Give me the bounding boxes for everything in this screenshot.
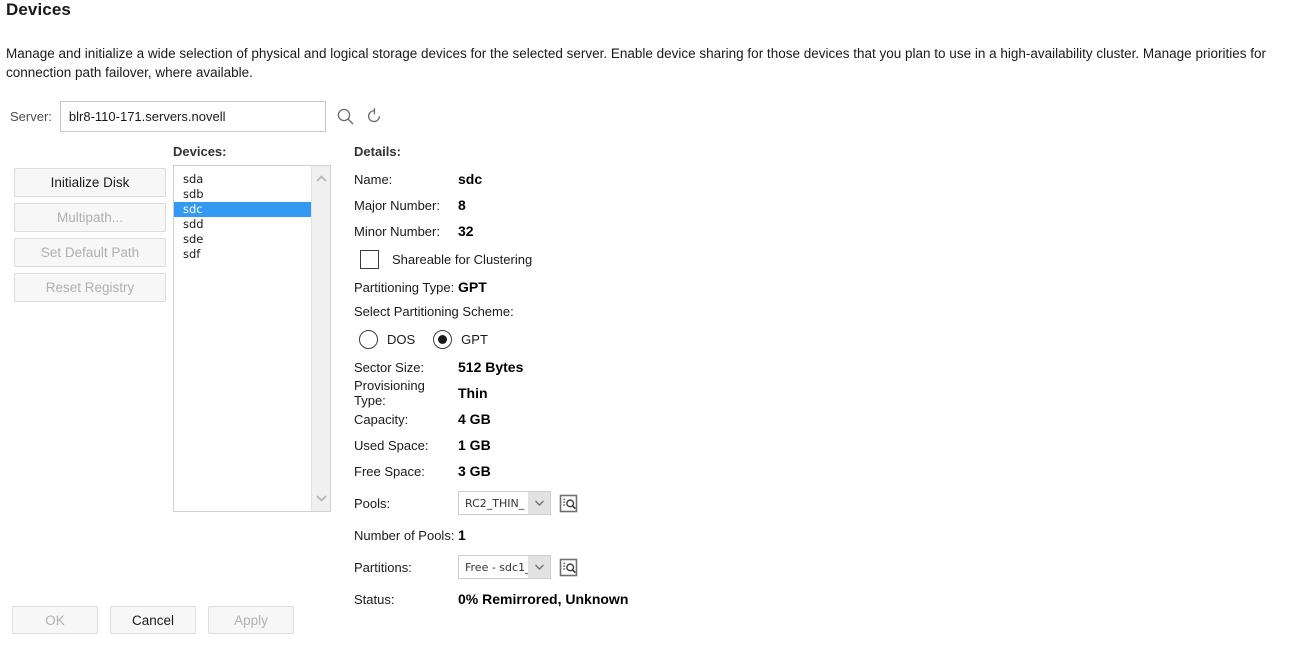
list-item[interactable]: sda xyxy=(174,172,311,187)
list-item[interactable]: sdb xyxy=(174,187,311,202)
devices-label: Devices: xyxy=(173,144,227,159)
status-label: Status: xyxy=(354,591,395,607)
multipath-button[interactable]: Multipath... xyxy=(14,203,166,232)
footer-button-group: OK Cancel Apply xyxy=(12,606,306,634)
number-of-pools-label: Number of Pools: xyxy=(354,527,455,543)
partitions-row: Partitions: Free - sdc1_ xyxy=(354,548,774,586)
server-input[interactable] xyxy=(59,101,326,132)
used-space-value: 1 GB xyxy=(458,437,491,453)
action-button-group: Initialize Disk Multipath... Set Default… xyxy=(14,168,166,308)
minor-number-value: 32 xyxy=(458,223,474,239)
sector-size-value: 512 Bytes xyxy=(458,359,524,375)
sector-size-label: Sector Size: xyxy=(354,359,425,375)
status-value: 0% Remirrored, Unknown xyxy=(458,591,629,607)
details-label: Details: xyxy=(354,144,401,159)
partitions-dropdown[interactable]: Free - sdc1_ xyxy=(458,555,551,579)
detail-row-sector-size: Sector Size: 512 Bytes xyxy=(354,354,774,380)
radio-gpt[interactable] xyxy=(433,329,453,349)
devices-list[interactable]: sda sdb sdc sdd sde sdf xyxy=(174,166,311,511)
scroll-up-icon[interactable] xyxy=(312,170,330,188)
free-space-label: Free Space: xyxy=(354,463,425,479)
apply-button[interactable]: Apply xyxy=(208,606,294,634)
server-label: Server: xyxy=(10,109,52,124)
page-description: Manage and initialize a wide selection o… xyxy=(6,46,1266,80)
scroll-down-icon[interactable] xyxy=(312,489,330,507)
provisioning-type-value: Thin xyxy=(458,385,488,401)
refresh-icon[interactable] xyxy=(365,107,384,126)
detail-row-number-of-pools: Number of Pools: 1 xyxy=(354,522,774,548)
cancel-button[interactable]: Cancel xyxy=(110,606,196,634)
list-item[interactable]: sdf xyxy=(174,247,311,262)
detail-row-free-space: Free Space: 3 GB xyxy=(354,458,774,484)
pools-row: Pools: RC2_THIN_ xyxy=(354,484,774,522)
pools-inspect-icon[interactable] xyxy=(558,493,579,514)
used-space-label: Used Space: xyxy=(354,437,429,453)
detail-row-provisioning-type: Provisioning Type: Thin xyxy=(354,378,774,408)
page-title: Devices xyxy=(6,0,71,19)
detail-row-major-number: Major Number: 8 xyxy=(354,192,774,218)
provisioning-type-label: Provisioning Type: xyxy=(354,378,425,408)
name-value: sdc xyxy=(458,171,483,187)
details-panel: Name: sdc Major Number: 8 Minor Number: … xyxy=(354,166,774,612)
radio-gpt-label: GPT xyxy=(461,331,488,347)
chevron-down-icon[interactable] xyxy=(528,492,550,514)
detail-row-minor-number: Minor Number: 32 xyxy=(354,218,774,244)
detail-row-status: Status: 0% Remirrored, Unknown xyxy=(354,586,774,612)
partitions-dropdown-value: Free - sdc1_ xyxy=(465,560,528,574)
free-space-value: 3 GB xyxy=(458,463,491,479)
partitions-inspect-icon[interactable] xyxy=(558,557,579,578)
shareable-for-clustering-row[interactable]: Shareable for Clustering xyxy=(360,244,774,274)
detail-row-partitioning-type: Partitioning Type: GPT xyxy=(354,274,774,300)
pools-dropdown-value: RC2_THIN_ xyxy=(465,496,525,510)
radio-dos-label: DOS xyxy=(387,331,416,347)
set-default-path-button[interactable]: Set Default Path xyxy=(14,238,166,267)
search-icon[interactable] xyxy=(336,107,355,126)
select-partitioning-scheme-label: Select Partitioning Scheme: xyxy=(354,304,514,319)
major-number-label: Major Number: xyxy=(354,197,440,213)
pools-dropdown[interactable]: RC2_THIN_ xyxy=(458,491,551,515)
detail-row-capacity: Capacity: 4 GB xyxy=(354,406,774,432)
name-label: Name: xyxy=(354,171,393,187)
major-number-value: 8 xyxy=(458,197,466,213)
reset-registry-button[interactable]: Reset Registry xyxy=(14,273,166,302)
list-item[interactable]: sde xyxy=(174,232,311,247)
partitioning-scheme-radio-group: DOS GPT xyxy=(359,324,774,354)
pools-label: Pools: xyxy=(354,495,391,511)
devices-listbox[interactable]: sda sdb sdc sdd sde sdf xyxy=(173,165,331,512)
partitioning-type-value: GPT xyxy=(458,279,487,295)
server-row: Server: xyxy=(10,101,384,132)
minor-number-label: Minor Number: xyxy=(354,223,440,239)
chevron-down-icon[interactable] xyxy=(528,556,550,578)
detail-row-name: Name: sdc xyxy=(354,166,774,192)
devices-scrollbar[interactable] xyxy=(311,166,330,511)
list-item[interactable]: sdd xyxy=(174,217,311,232)
list-item-selected[interactable]: sdc xyxy=(174,202,311,217)
partitions-label: Partitions: xyxy=(354,559,412,575)
capacity-label: Capacity: xyxy=(354,411,409,427)
radio-dos[interactable] xyxy=(359,329,378,349)
initialize-disk-button[interactable]: Initialize Disk xyxy=(14,168,166,197)
shareable-checkbox[interactable] xyxy=(360,249,379,269)
shareable-label: Shareable for Clustering xyxy=(392,251,533,267)
ok-button[interactable]: OK xyxy=(12,606,98,634)
partitioning-type-label: Partitioning Type: xyxy=(354,279,455,295)
number-of-pools-value: 1 xyxy=(458,527,466,543)
capacity-value: 4 GB xyxy=(458,411,491,427)
detail-row-used-space: Used Space: 1 GB xyxy=(354,432,774,458)
